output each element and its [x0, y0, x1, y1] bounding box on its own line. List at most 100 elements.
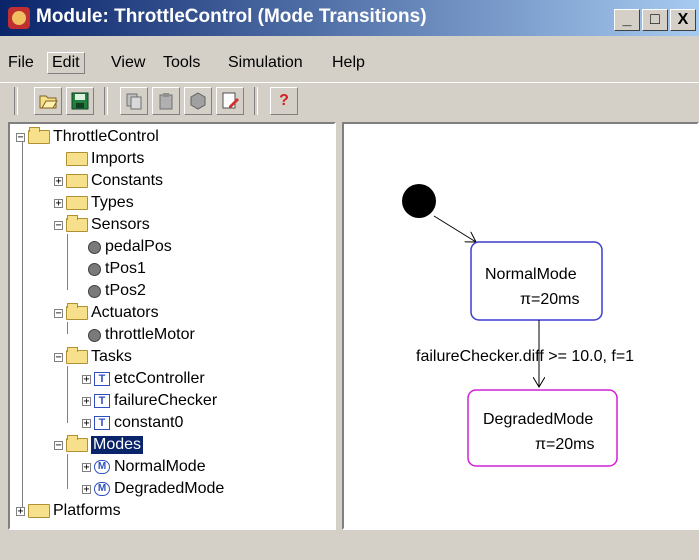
app-icon — [8, 7, 30, 29]
tree-node-tpos1[interactable]: tPos1 — [88, 258, 146, 280]
tree-node-root[interactable]: − ThrottleControl — [16, 126, 159, 148]
tree-label: tPos1 — [105, 260, 146, 277]
tree-node-constants[interactable]: + Constants — [54, 170, 163, 192]
paste-button[interactable] — [152, 87, 180, 115]
tree-label: Modes — [91, 436, 144, 454]
title-bar: Module: ThrottleControl (Mode Transition… — [0, 0, 699, 36]
sensor-icon — [88, 284, 101, 298]
tree-label: constant0 — [114, 414, 184, 431]
maximize-button[interactable]: □ — [642, 9, 668, 31]
menu-file[interactable]: File — [4, 53, 38, 73]
folder-open-icon — [66, 347, 88, 364]
menu-edit[interactable]: Edit — [47, 52, 85, 74]
tree-node-sensors[interactable]: − Sensors — [54, 214, 150, 236]
state-degradedmode[interactable] — [467, 389, 618, 467]
tree-label: NormalMode — [114, 458, 206, 475]
help-icon: ? — [279, 92, 289, 109]
folder-open-icon — [28, 127, 50, 144]
folder-icon — [66, 152, 88, 166]
delete-icon — [190, 92, 206, 110]
collapse-icon[interactable]: − — [16, 132, 25, 142]
tree-node-constant0[interactable]: + T constant0 — [82, 412, 183, 434]
window-title: Module: ThrottleControl (Mode Transition… — [36, 6, 427, 27]
mode-diagram-canvas[interactable]: NormalMode π=20ms failureChecker.diff >=… — [342, 122, 699, 530]
toolbar: ? — [0, 82, 699, 119]
state-name: NormalMode — [485, 266, 577, 283]
tree-node-degradedmode[interactable]: + M DegradedMode — [82, 478, 224, 500]
status-bar — [0, 532, 699, 560]
toolbar-separator — [14, 87, 18, 115]
expand-icon[interactable]: + — [54, 198, 63, 208]
tree-node-pedalpos[interactable]: pedalPos — [88, 236, 172, 258]
edit-button[interactable] — [216, 87, 244, 115]
initial-transition[interactable] — [433, 215, 476, 242]
tree-label: pedalPos — [105, 238, 172, 255]
expand-icon[interactable]: + — [16, 506, 25, 516]
mode-icon: M — [94, 460, 110, 474]
toolbar-separator — [254, 87, 258, 115]
menu-help[interactable]: Help — [328, 53, 369, 73]
tree-node-tpos2[interactable]: tPos2 — [88, 280, 146, 302]
help-button[interactable]: ? — [270, 87, 298, 115]
folder-icon — [28, 504, 50, 518]
initial-state[interactable] — [402, 184, 436, 218]
task-icon: T — [94, 394, 110, 408]
tree-node-actuators[interactable]: − Actuators — [54, 302, 159, 324]
collapse-icon[interactable]: − — [54, 352, 63, 362]
expand-icon[interactable]: + — [54, 176, 63, 186]
save-icon — [71, 92, 89, 110]
tree-node-failurechecker[interactable]: + T failureChecker — [82, 390, 217, 412]
expand-icon[interactable]: + — [82, 418, 91, 428]
expand-icon[interactable]: + — [82, 462, 91, 472]
collapse-icon[interactable]: − — [54, 220, 63, 230]
tree-line — [67, 366, 68, 423]
menu-view[interactable]: View — [107, 53, 149, 73]
state-name: DegradedMode — [483, 411, 593, 428]
tree-node-types[interactable]: + Types — [54, 192, 134, 214]
tree-line — [22, 138, 23, 515]
tree-label: failureChecker — [114, 392, 218, 409]
tree-node-modes[interactable]: − Modes — [54, 434, 144, 456]
tree-label: Tasks — [91, 348, 132, 365]
task-icon: T — [94, 416, 110, 430]
tree-node-imports[interactable]: Imports — [66, 148, 144, 170]
edit-icon — [222, 92, 239, 109]
module-tree[interactable]: − ThrottleControl Imports + Constants + … — [8, 122, 336, 530]
folder-open-icon — [66, 215, 88, 232]
tree-node-platforms[interactable]: + Platforms — [16, 500, 121, 522]
tree-label: Constants — [91, 172, 164, 189]
close-button[interactable]: X — [670, 9, 696, 31]
folder-icon — [66, 196, 88, 210]
save-button[interactable] — [66, 87, 94, 115]
menu-bar: File Edit View Tools Simulation Help — [0, 51, 699, 77]
tree-node-etccontroller[interactable]: + T etcController — [82, 368, 205, 390]
folder-open-icon — [66, 435, 88, 452]
minimize-button[interactable]: _ — [614, 9, 640, 31]
tree-label: Platforms — [53, 502, 121, 519]
copy-button[interactable] — [120, 87, 148, 115]
collapse-icon[interactable]: − — [54, 308, 63, 318]
tree-node-tasks[interactable]: − Tasks — [54, 346, 132, 368]
mode-icon: M — [94, 482, 110, 496]
folder-open-icon — [66, 303, 88, 320]
expand-icon[interactable]: + — [82, 374, 91, 384]
sensor-icon — [88, 240, 101, 254]
paste-icon — [159, 93, 173, 110]
delete-button[interactable] — [184, 87, 212, 115]
collapse-icon[interactable]: − — [54, 440, 63, 450]
open-button[interactable] — [34, 87, 62, 115]
sensor-icon — [88, 262, 101, 276]
tree-node-throttlemotor[interactable]: throttleMotor — [88, 324, 195, 346]
expand-icon[interactable]: + — [82, 396, 91, 406]
menu-simulation[interactable]: Simulation — [224, 53, 307, 73]
state-period: π=20ms — [535, 436, 595, 453]
tree-label: Types — [91, 194, 134, 211]
folder-icon — [66, 174, 88, 188]
tree-node-normalmode[interactable]: + M NormalMode — [82, 456, 206, 478]
toolbar-separator — [104, 87, 108, 115]
state-diagram: NormalMode π=20ms failureChecker.diff >=… — [402, 184, 634, 467]
expand-icon[interactable]: + — [82, 484, 91, 494]
tree-label: tPos2 — [105, 282, 146, 299]
actuator-icon — [88, 328, 101, 342]
menu-tools[interactable]: Tools — [159, 53, 204, 73]
